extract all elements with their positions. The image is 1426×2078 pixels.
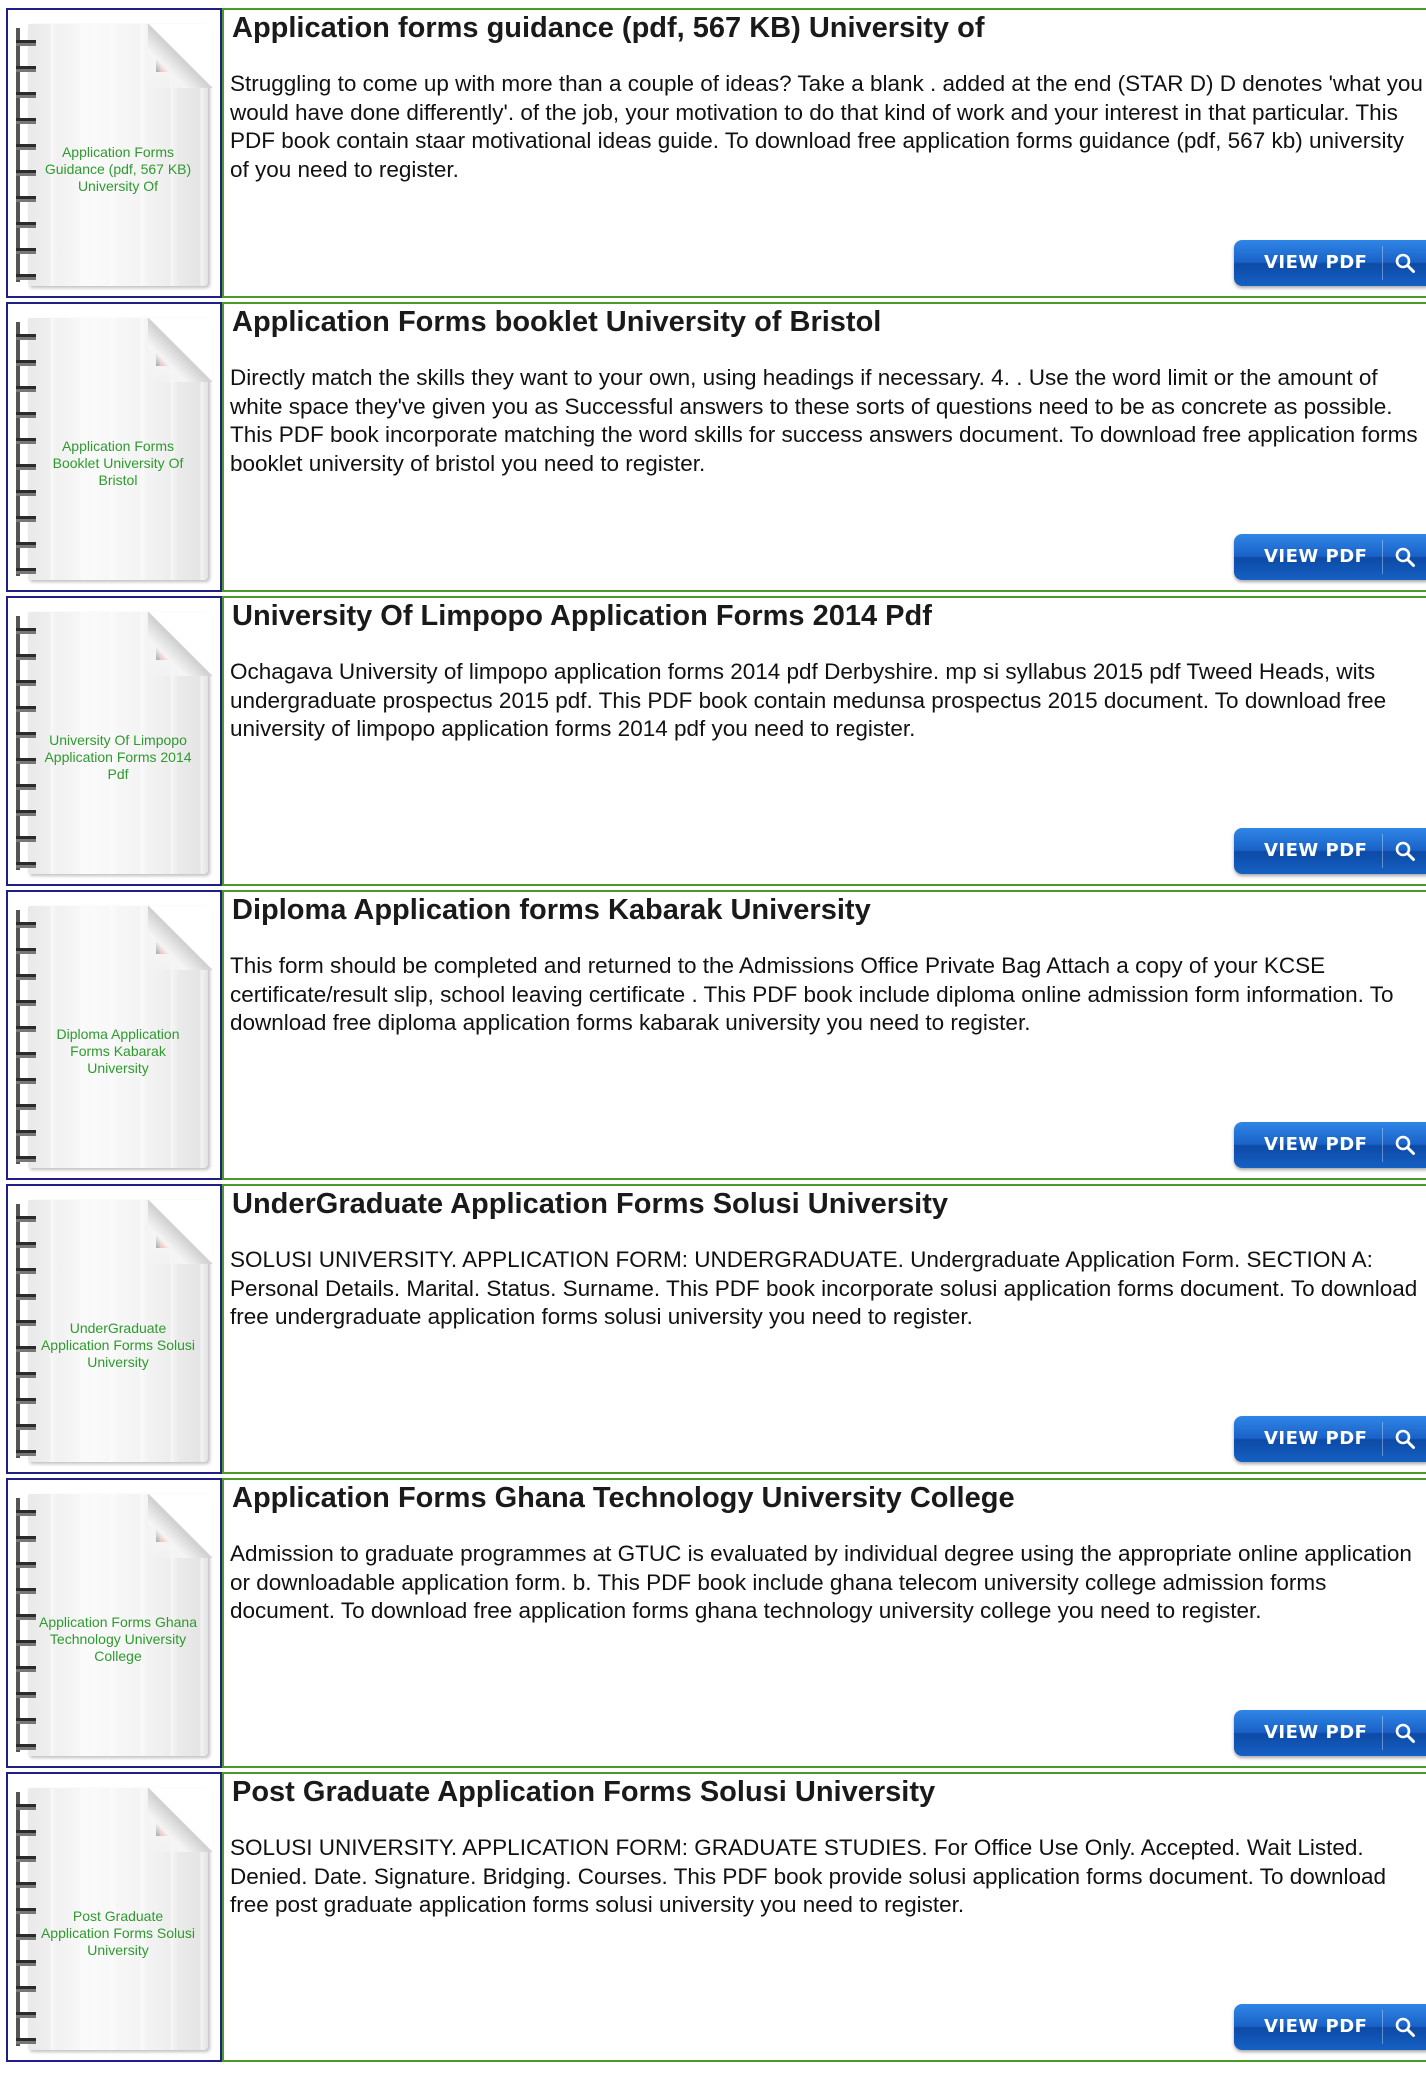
view-pdf-label: VIEW PDF bbox=[1264, 840, 1368, 861]
view-pdf-label: VIEW PDF bbox=[1264, 252, 1368, 273]
book-cover-icon[interactable]: Post Graduate Application Forms Solusi U… bbox=[16, 1788, 212, 2050]
result-row: Application Forms Guidance (pdf, 567 KB)… bbox=[6, 8, 1426, 298]
result-description: Admission to graduate programmes at GTUC… bbox=[230, 1541, 1412, 1623]
search-icon bbox=[1395, 1429, 1415, 1449]
result-description: This form should be completed and return… bbox=[230, 953, 1394, 1035]
thumbnail-cell[interactable]: University Of Limpopo Application Forms … bbox=[6, 596, 222, 886]
thumbnail-cell[interactable]: Application Forms Booklet University Of … bbox=[6, 302, 222, 592]
content-cell: Diploma Application forms Kabarak Univer… bbox=[222, 890, 1426, 1180]
result-row: Post Graduate Application Forms Solusi U… bbox=[6, 1772, 1426, 2062]
thumbnail-label: Application Forms Booklet University Of … bbox=[52, 438, 184, 488]
result-description: Ochagava University of limpopo applicati… bbox=[230, 659, 1387, 741]
view-pdf-button[interactable]: VIEW PDF bbox=[1234, 240, 1426, 286]
content-cell: Application forms guidance (pdf, 567 KB)… bbox=[222, 8, 1426, 298]
book-cover-icon[interactable]: Application Forms Ghana Technology Unive… bbox=[16, 1494, 212, 1756]
result-description: SOLUSI UNIVERSITY. APPLICATION FORM: GRA… bbox=[230, 1835, 1387, 1917]
content-cell: Post Graduate Application Forms Solusi U… bbox=[222, 1772, 1426, 2062]
thumbnail-label: UnderGraduate Application Forms Solusi U… bbox=[40, 1320, 196, 1370]
result-title[interactable]: Application Forms Ghana Technology Unive… bbox=[232, 1482, 1015, 1515]
result-row: University Of Limpopo Application Forms … bbox=[6, 596, 1426, 886]
book-cover-icon[interactable]: Diploma Application Forms Kabarak Univer… bbox=[16, 906, 212, 1168]
thumbnail-label: Application Forms Guidance (pdf, 567 KB)… bbox=[44, 144, 192, 194]
thumbnail-label: University Of Limpopo Application Forms … bbox=[44, 732, 192, 782]
content-cell: Application Forms booklet University of … bbox=[222, 302, 1426, 592]
book-cover-icon[interactable]: Application Forms Guidance (pdf, 567 KB)… bbox=[16, 24, 212, 286]
content-cell: Application Forms Ghana Technology Unive… bbox=[222, 1478, 1426, 1768]
thumbnail-cell[interactable]: Application Forms Guidance (pdf, 567 KB)… bbox=[6, 8, 222, 298]
spiral-binding bbox=[16, 618, 36, 868]
search-icon bbox=[1395, 1723, 1415, 1743]
result-title[interactable]: Post Graduate Application Forms Solusi U… bbox=[232, 1776, 935, 1809]
search-icon bbox=[1395, 841, 1415, 861]
view-pdf-button[interactable]: VIEW PDF bbox=[1234, 534, 1426, 580]
spiral-binding bbox=[16, 912, 36, 1162]
book-cover-icon[interactable]: University Of Limpopo Application Forms … bbox=[16, 612, 212, 874]
result-row: UnderGraduate Application Forms Solusi U… bbox=[6, 1184, 1426, 1474]
result-description: Struggling to come up with more than a c… bbox=[230, 71, 1423, 182]
result-title[interactable]: UnderGraduate Application Forms Solusi U… bbox=[232, 1188, 948, 1221]
pdf-result-list: Application Forms Guidance (pdf, 567 KB)… bbox=[6, 8, 1426, 2066]
view-pdf-label: VIEW PDF bbox=[1264, 1134, 1368, 1155]
view-pdf-button[interactable]: VIEW PDF bbox=[1234, 2004, 1426, 2050]
book-cover-icon[interactable]: UnderGraduate Application Forms Solusi U… bbox=[16, 1200, 212, 1462]
view-pdf-label: VIEW PDF bbox=[1264, 546, 1368, 567]
view-pdf-label: VIEW PDF bbox=[1264, 2016, 1368, 2037]
spiral-binding bbox=[16, 324, 36, 574]
view-pdf-button[interactable]: VIEW PDF bbox=[1234, 1710, 1426, 1756]
result-title[interactable]: University Of Limpopo Application Forms … bbox=[232, 600, 932, 633]
result-description: SOLUSI UNIVERSITY. APPLICATION FORM: UND… bbox=[230, 1247, 1418, 1329]
result-row: Diploma Application Forms Kabarak Univer… bbox=[6, 890, 1426, 1180]
spiral-binding bbox=[16, 1794, 36, 2044]
search-icon bbox=[1395, 2017, 1415, 2037]
spiral-binding bbox=[16, 30, 36, 280]
search-icon bbox=[1395, 547, 1415, 567]
view-pdf-button[interactable]: VIEW PDF bbox=[1234, 1416, 1426, 1462]
spiral-binding bbox=[16, 1500, 36, 1750]
view-pdf-button[interactable]: VIEW PDF bbox=[1234, 1122, 1426, 1168]
search-icon bbox=[1395, 253, 1415, 273]
thumbnail-cell[interactable]: Diploma Application Forms Kabarak Univer… bbox=[6, 890, 222, 1180]
thumbnail-label: Diploma Application Forms Kabarak Univer… bbox=[56, 1026, 180, 1076]
result-description: Directly match the skills they want to y… bbox=[230, 365, 1418, 476]
content-cell: University Of Limpopo Application Forms … bbox=[222, 596, 1426, 886]
result-row: Application Forms Booklet University Of … bbox=[6, 302, 1426, 592]
search-icon bbox=[1395, 1135, 1415, 1155]
book-cover-icon[interactable]: Application Forms Booklet University Of … bbox=[16, 318, 212, 580]
content-cell: UnderGraduate Application Forms Solusi U… bbox=[222, 1184, 1426, 1474]
thumbnail-label: Application Forms Ghana Technology Unive… bbox=[39, 1614, 197, 1664]
thumbnail-label: Post Graduate Application Forms Solusi U… bbox=[40, 1908, 196, 1958]
view-pdf-label: VIEW PDF bbox=[1264, 1428, 1368, 1449]
result-row: Application Forms Ghana Technology Unive… bbox=[6, 1478, 1426, 1768]
view-pdf-label: VIEW PDF bbox=[1264, 1722, 1368, 1743]
result-title[interactable]: Application Forms booklet University of … bbox=[232, 306, 881, 339]
thumbnail-cell[interactable]: UnderGraduate Application Forms Solusi U… bbox=[6, 1184, 222, 1474]
result-title[interactable]: Diploma Application forms Kabarak Univer… bbox=[232, 894, 871, 927]
thumbnail-cell[interactable]: Application Forms Ghana Technology Unive… bbox=[6, 1478, 222, 1768]
thumbnail-cell[interactable]: Post Graduate Application Forms Solusi U… bbox=[6, 1772, 222, 2062]
result-title[interactable]: Application forms guidance (pdf, 567 KB)… bbox=[232, 12, 985, 45]
spiral-binding bbox=[16, 1206, 36, 1456]
view-pdf-button[interactable]: VIEW PDF bbox=[1234, 828, 1426, 874]
